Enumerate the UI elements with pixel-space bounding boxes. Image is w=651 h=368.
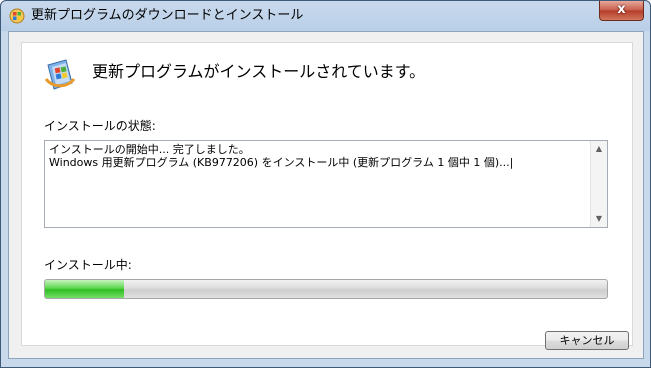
log-line: Windows 用更新プログラム (KB977206) をインストール中 (更新… xyxy=(49,156,514,169)
close-button[interactable]: x xyxy=(599,1,644,21)
close-icon: x xyxy=(617,2,626,17)
windows-update-shield-icon xyxy=(44,59,76,90)
install-status-label: インストールの状態: xyxy=(44,119,156,133)
dialog-window: 更新プログラムのダウンロードとインストール x 更新プログラムがインストールされ… xyxy=(0,0,651,368)
windows-update-icon xyxy=(9,8,25,24)
installing-label: インストール中: xyxy=(44,258,132,272)
install-log-textbox[interactable]: インストールの開始中... 完了しました。 Windows 用更新プログラム (… xyxy=(44,140,608,228)
cancel-button[interactable]: キャンセル xyxy=(545,331,629,350)
progress-fill xyxy=(45,280,124,298)
scroll-down-icon[interactable]: ▼ xyxy=(591,211,607,227)
page-title: 更新プログラムがインストールされています。 xyxy=(92,62,426,81)
dialog-client-area: 更新プログラムがインストールされています。 インストールの状態: インストールの… xyxy=(8,31,644,359)
title-bar[interactable]: 更新プログラムのダウンロードとインストール x xyxy=(1,1,650,31)
window-title: 更新プログラムのダウンロードとインストール xyxy=(31,8,304,23)
scroll-up-icon[interactable]: ▲ xyxy=(591,141,607,157)
content-panel: 更新プログラムがインストールされています。 インストールの状態: インストールの… xyxy=(21,42,633,346)
install-progress-bar xyxy=(44,279,608,299)
log-scrollbar[interactable]: ▲ ▼ xyxy=(590,141,607,227)
log-line: インストールの開始中... 完了しました。 xyxy=(49,143,250,156)
